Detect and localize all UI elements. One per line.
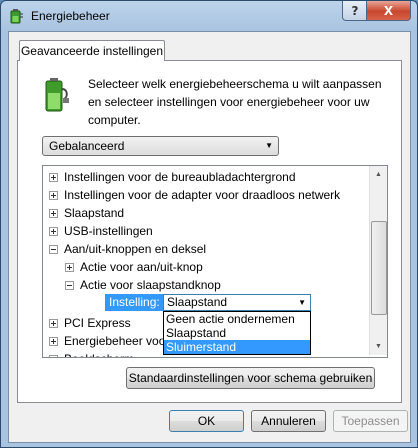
ok-button[interactable]: OK bbox=[169, 410, 244, 432]
settings-tree[interactable]: Instellingen voor de bureaubladachtergro… bbox=[42, 165, 388, 358]
collapse-minus-icon[interactable] bbox=[49, 245, 58, 254]
dropdown-option[interactable]: Slaapstand bbox=[164, 326, 310, 340]
chevron-down-icon: ▼ bbox=[298, 298, 306, 307]
vertical-scrollbar[interactable]: ▲ ▼ bbox=[369, 166, 387, 355]
dropdown-option-selected[interactable]: Sluimerstand bbox=[164, 340, 310, 354]
expand-plus-icon[interactable] bbox=[49, 227, 58, 236]
window-title: Energiebeheer bbox=[31, 9, 110, 23]
expand-plus-icon[interactable] bbox=[65, 263, 74, 272]
setting-select-value: Slaapstand bbox=[167, 295, 228, 309]
description-text: Selecteer welk energiebeheerschema u wil… bbox=[88, 77, 382, 127]
expand-plus-icon[interactable] bbox=[49, 355, 58, 357]
help-button[interactable]: ? bbox=[342, 1, 368, 21]
tab-advanced-settings[interactable]: Geavanceerde instellingen bbox=[19, 40, 165, 61]
expand-plus-icon[interactable] bbox=[49, 337, 58, 346]
expand-plus-icon[interactable] bbox=[49, 319, 58, 328]
battery-power-icon bbox=[10, 9, 23, 24]
expand-plus-icon[interactable] bbox=[49, 209, 58, 218]
setting-select[interactable]: Slaapstand ▼ bbox=[163, 294, 311, 311]
cancel-button[interactable]: Annuleren bbox=[251, 410, 326, 432]
chevron-down-icon: ▼ bbox=[265, 141, 273, 150]
dialog-client-area: Geavanceerde instellingen Selecteer welk… bbox=[8, 31, 411, 443]
dropdown-option[interactable]: Geen actie ondernemen bbox=[164, 312, 310, 326]
collapse-minus-icon[interactable] bbox=[65, 281, 74, 290]
expand-plus-icon[interactable] bbox=[49, 173, 58, 182]
setting-dropdown-list: Geen actie ondernemen Slaapstand Sluimer… bbox=[163, 311, 311, 355]
scroll-down-arrow-icon[interactable]: ▼ bbox=[370, 338, 387, 355]
plan-select-value: Gebalanceerd bbox=[49, 139, 125, 153]
scroll-up-arrow-icon[interactable]: ▲ bbox=[370, 166, 387, 183]
plan-select[interactable]: Gebalanceerd ▼ bbox=[42, 136, 279, 156]
restore-defaults-button[interactable]: Standaardinstellingen voor schema gebrui… bbox=[126, 367, 375, 389]
power-options-window: Energiebeheer ? X Geavanceerde instellin… bbox=[0, 0, 418, 448]
setting-label: Instelling: bbox=[105, 294, 165, 311]
expand-plus-icon[interactable] bbox=[49, 191, 58, 200]
close-button[interactable]: X bbox=[366, 1, 411, 21]
title-bar[interactable]: Energiebeheer ? X bbox=[1, 1, 417, 31]
tab-panel: Selecteer welk energiebeheerschema u wil… bbox=[17, 60, 402, 403]
apply-button[interactable]: Toepassen bbox=[333, 410, 408, 432]
battery-plug-icon bbox=[45, 78, 69, 112]
scrollbar-thumb[interactable] bbox=[371, 221, 387, 315]
